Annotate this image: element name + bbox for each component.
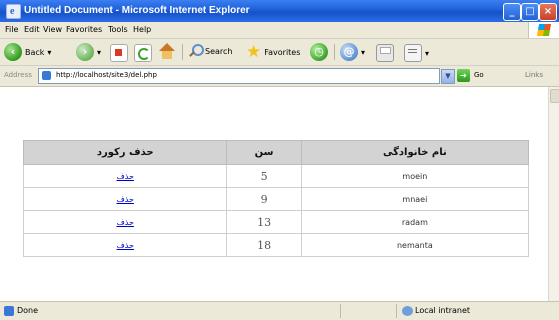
intranet-zone-icon: [402, 306, 413, 316]
home-button[interactable]: [158, 43, 176, 61]
favorites-label: Favorites: [264, 47, 301, 57]
address-label: Address: [4, 71, 32, 79]
window-title: Untitled Document - Microsoft Internet E…: [24, 5, 250, 16]
menu-help[interactable]: Help: [133, 25, 151, 34]
history-button[interactable]: ◷: [310, 43, 328, 61]
column-header-delete: حذف رکورد: [22, 140, 228, 165]
favorites-button[interactable]: ★ Favorites: [246, 43, 300, 61]
status-text: Done: [17, 306, 39, 315]
security-zone: Local intranet: [415, 306, 471, 315]
cell-last-name: mnaei: [300, 187, 530, 211]
mail-button[interactable]: @ ▾: [340, 43, 365, 61]
page-content: نام خانوادگی سن حذف رکورد moein 5 حذف mn…: [0, 87, 548, 301]
menu-bar: File Edit View Favorites Tools Help: [0, 22, 559, 39]
menu-view[interactable]: View: [43, 25, 62, 34]
forward-button[interactable]: › ▾: [76, 43, 101, 61]
search-icon: [188, 44, 204, 58]
back-dropdown-icon[interactable]: ▾: [47, 48, 51, 57]
delete-link[interactable]: حذف: [117, 241, 134, 250]
cell-age: 9: [226, 187, 302, 211]
table-row: moein 5 حذف: [22, 164, 530, 188]
delete-link[interactable]: حذف: [117, 218, 134, 227]
page-status-icon: [4, 306, 14, 316]
delete-link[interactable]: حذف: [117, 195, 134, 204]
address-dropdown-button[interactable]: ▼: [441, 69, 455, 84]
back-button[interactable]: ‹ Back ▾: [4, 43, 51, 61]
windows-logo-icon: [528, 22, 559, 38]
print-button[interactable]: [376, 44, 394, 62]
delete-link[interactable]: حذف: [117, 172, 134, 181]
cell-last-name: nemanta: [300, 233, 530, 257]
links-button[interactable]: Links: [525, 71, 543, 79]
minimize-button[interactable]: _: [503, 3, 521, 21]
mail-dropdown-icon[interactable]: ▾: [361, 48, 365, 57]
address-input[interactable]: http://localhost/site3/del.php: [38, 68, 440, 84]
edit-page-icon: [404, 44, 422, 62]
back-arrow-icon: ‹: [4, 43, 22, 61]
cell-age: 5: [226, 164, 302, 188]
cell-last-name: radam: [300, 210, 530, 234]
go-arrow-icon[interactable]: ➜: [457, 69, 470, 82]
stop-button[interactable]: [110, 44, 128, 62]
refresh-icon: [134, 44, 152, 62]
forward-arrow-icon: ›: [76, 43, 94, 61]
history-icon: ◷: [310, 43, 328, 61]
search-button[interactable]: Search: [188, 44, 232, 58]
menu-file[interactable]: File: [5, 25, 18, 34]
cell-age: 13: [226, 210, 302, 234]
page-icon: [42, 71, 51, 80]
table-header-row: نام خانوادگی سن حذف رکورد: [22, 140, 530, 165]
table-row: radam 13 حذف: [22, 210, 530, 234]
column-header-last-name: نام خانوادگی: [300, 140, 530, 165]
forward-dropdown-icon[interactable]: ▾: [97, 48, 101, 57]
close-button[interactable]: ×: [539, 3, 557, 21]
maximize-button[interactable]: □: [521, 3, 539, 21]
column-header-age: سن: [226, 140, 302, 165]
stop-icon: [110, 44, 128, 62]
search-label: Search: [205, 46, 233, 56]
edit-button[interactable]: ▾: [404, 44, 429, 62]
ie-icon: e: [6, 4, 21, 19]
edit-dropdown-icon[interactable]: ▾: [425, 49, 429, 58]
toolbar: ‹ Back ▾ › ▾ Search ★ Favorites ◷ @ ▾ ▾: [0, 39, 559, 66]
back-label: Back: [25, 47, 45, 57]
printer-icon: [376, 44, 394, 62]
menu-tools[interactable]: Tools: [108, 25, 128, 34]
records-table: نام خانوادگی سن حذف رکورد moein 5 حذف mn…: [22, 140, 530, 257]
cell-last-name: moein: [300, 164, 530, 188]
title-bar: e Untitled Document - Microsoft Internet…: [0, 0, 559, 22]
table-row: nemanta 18 حذف: [22, 233, 530, 257]
table-row: mnaei 9 حذف: [22, 187, 530, 211]
vertical-scrollbar[interactable]: [548, 87, 559, 301]
menu-edit[interactable]: Edit: [24, 25, 40, 34]
scrollbar-thumb[interactable]: [550, 89, 559, 103]
mail-icon: @: [340, 43, 358, 61]
status-bar: Done Local intranet: [0, 301, 559, 320]
menu-favorites[interactable]: Favorites: [66, 25, 102, 34]
star-icon: ★: [246, 42, 262, 62]
address-url: http://localhost/site3/del.php: [56, 71, 157, 79]
go-button[interactable]: Go: [474, 71, 484, 79]
home-icon: [158, 43, 176, 61]
cell-age: 18: [226, 233, 302, 257]
address-bar: Address http://localhost/site3/del.php ▼…: [0, 66, 559, 87]
refresh-button[interactable]: [134, 44, 152, 62]
